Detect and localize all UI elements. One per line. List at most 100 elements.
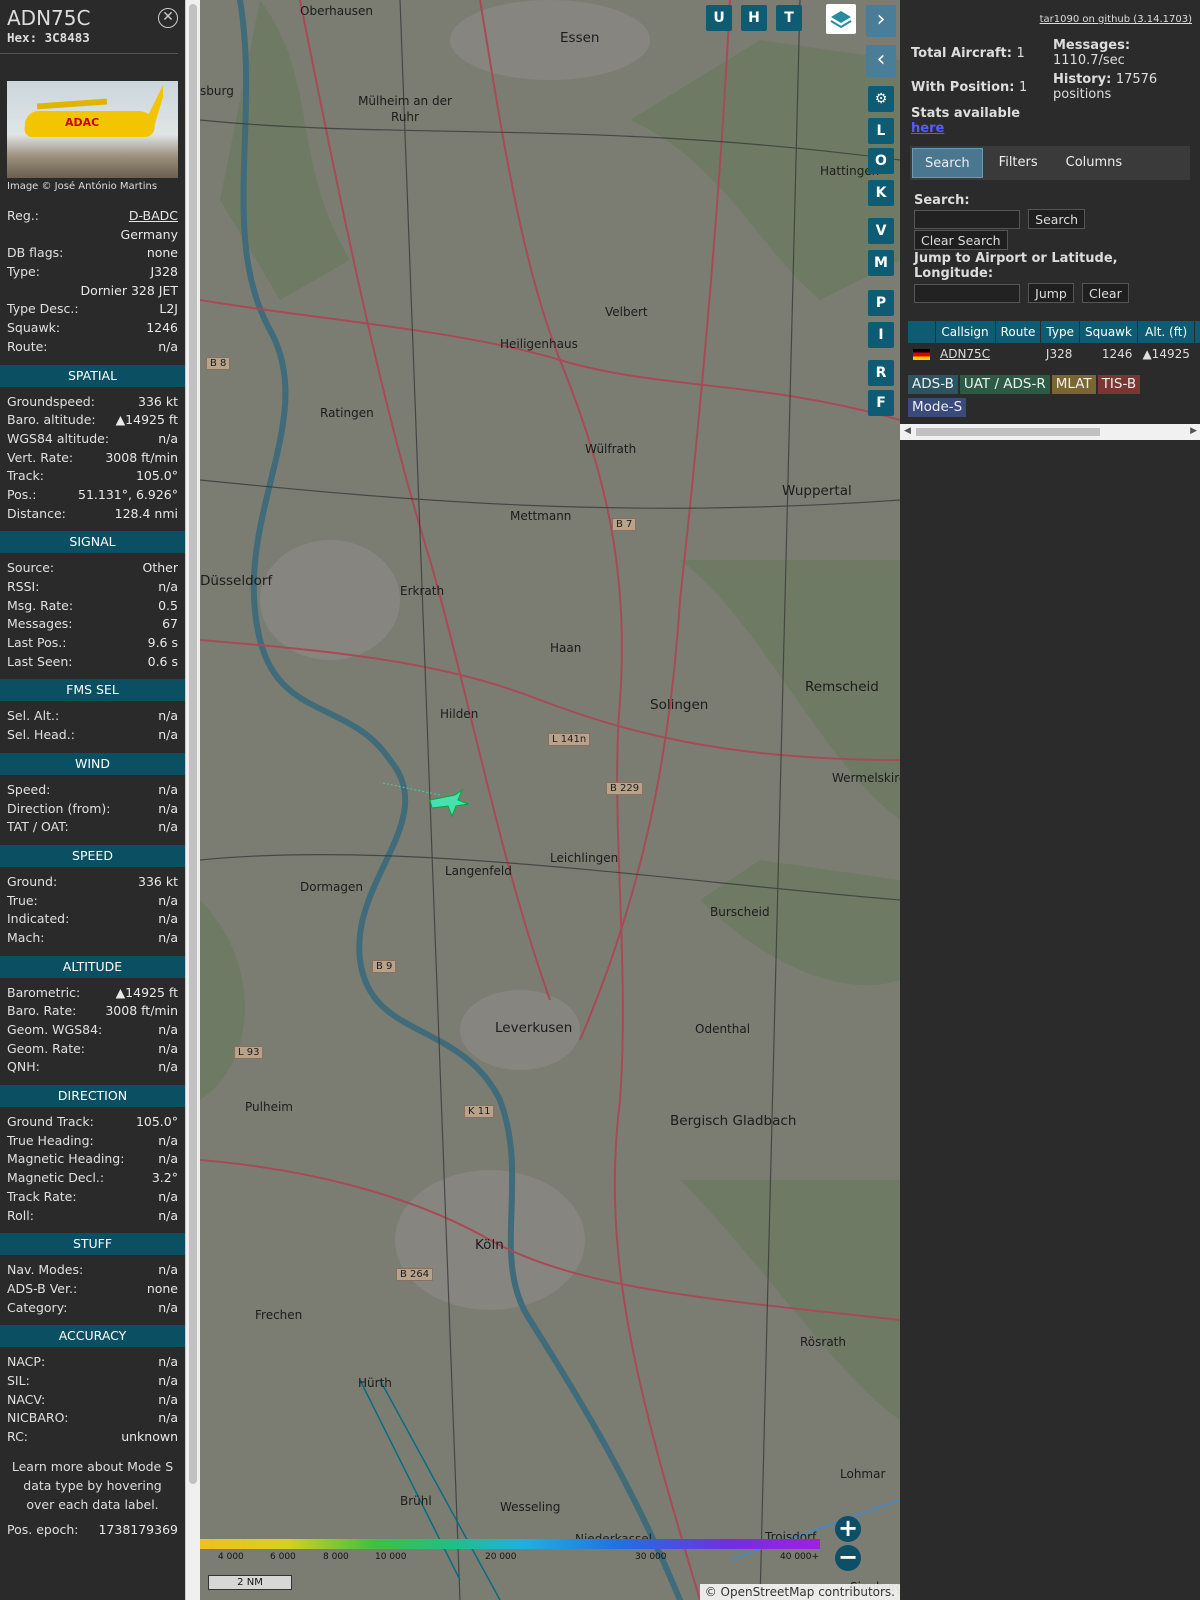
info-label[interactable]: Speed: <box>7 781 50 800</box>
toolbar-button-h[interactable]: H <box>741 5 767 31</box>
info-label[interactable]: Roll: <box>7 1207 34 1226</box>
map-label-r-srath: Rösrath <box>800 1335 846 1349</box>
info-label[interactable]: TAT / OAT: <box>7 818 69 837</box>
map-toggle-button-k[interactable]: K <box>868 180 894 206</box>
detail-label: Route: <box>7 338 48 354</box>
jump-button[interactable]: Jump <box>1028 283 1074 303</box>
info-label[interactable]: SIL: <box>7 1372 30 1391</box>
info-label[interactable]: Geom. WGS84: <box>7 1021 102 1040</box>
info-label[interactable]: Track: <box>7 467 44 486</box>
info-row: Category: n/a <box>7 1299 178 1318</box>
map-toggle-button-o[interactable]: O <box>868 148 894 174</box>
info-label[interactable]: Baro. altitude: <box>7 411 96 430</box>
info-label[interactable]: NACP: <box>7 1353 45 1372</box>
info-label[interactable]: QNH: <box>7 1058 40 1077</box>
info-label[interactable]: Sel. Head.: <box>7 726 75 745</box>
info-label[interactable]: Magnetic Decl.: <box>7 1169 104 1188</box>
map-label-velbert: Velbert <box>605 305 648 319</box>
info-label[interactable]: Source: <box>7 559 54 578</box>
info-label[interactable]: Ground: <box>7 873 57 892</box>
info-label[interactable]: Sel. Alt.: <box>7 707 59 726</box>
map-toggle-button-f[interactable]: F <box>868 390 894 416</box>
map-attribution[interactable]: © OpenStreetMap contributors. <box>699 1584 900 1600</box>
info-label[interactable]: Msg. Rate: <box>7 597 73 616</box>
info-label[interactable]: True Heading: <box>7 1132 94 1151</box>
column-header-type[interactable]: Type <box>1040 321 1080 343</box>
info-label[interactable]: Mach: <box>7 929 44 948</box>
info-label[interactable]: Messages: <box>7 615 73 634</box>
info-label[interactable]: Vert. Rate: <box>7 449 73 468</box>
search-button[interactable]: Search <box>1028 209 1086 229</box>
column-header-flag[interactable] <box>908 321 936 343</box>
info-label[interactable]: Last Pos.: <box>7 634 66 653</box>
info-label[interactable]: Nav. Modes: <box>7 1261 83 1280</box>
tab-search[interactable]: Search <box>912 148 983 178</box>
zoom-out-button[interactable]: − <box>835 1545 861 1571</box>
section-rows-stuff: Nav. Modes: n/a ADS-B Ver.: none Category: n/… <box>0 1261 185 1317</box>
info-label[interactable]: Track Rate: <box>7 1188 77 1207</box>
chevron-left-icon[interactable]: ‹ <box>866 45 896 77</box>
info-label[interactable]: RSSI: <box>7 578 39 597</box>
detail-row: Type Desc.: L2J <box>7 300 178 319</box>
info-label[interactable]: True: <box>7 892 38 911</box>
map-toggle-button-i[interactable]: I <box>868 322 894 348</box>
info-label[interactable]: Barometric: <box>7 984 80 1003</box>
close-icon[interactable]: ✕ <box>158 8 178 28</box>
table-row[interactable]: ADN75C J328 1246 ▲14925 <box>908 343 1200 365</box>
info-label[interactable]: Last Seen: <box>7 653 72 672</box>
info-label[interactable]: WGS84 altitude: <box>7 430 109 449</box>
info-label[interactable]: Ground Track: <box>7 1113 94 1132</box>
map-label-dormagen: Dormagen <box>300 880 363 894</box>
github-link[interactable]: tar1090 on github (3.14.1703) <box>1040 14 1192 25</box>
row-callsign[interactable]: ADN75C <box>935 343 995 365</box>
table-horizontal-scrollbar[interactable]: ◀ ▶ <box>900 424 1200 440</box>
info-label[interactable]: Pos.: <box>7 486 36 505</box>
clear-jump-button[interactable]: Clear <box>1082 283 1129 303</box>
clear-search-button[interactable]: Clear Search <box>914 230 1008 250</box>
map-toggle-button-m[interactable]: M <box>868 250 894 276</box>
info-row: Ground Track: 105.0° <box>7 1113 178 1132</box>
info-label[interactable]: NICBARO: <box>7 1409 68 1428</box>
info-label[interactable]: Groundspeed: <box>7 393 95 412</box>
layers-icon[interactable] <box>826 4 856 34</box>
map-toggle-button-v[interactable]: V <box>868 218 894 244</box>
chevron-right-icon[interactable]: › <box>866 5 896 37</box>
tab-columns[interactable]: Columns <box>1053 148 1135 178</box>
info-label[interactable]: NACV: <box>7 1391 45 1410</box>
info-label[interactable]: Indicated: <box>7 910 69 929</box>
detail-row: Route: n/a <box>7 338 178 357</box>
info-row: Roll: n/a <box>7 1207 178 1226</box>
info-label[interactable]: Direction (from): <box>7 800 111 819</box>
column-header-callsign[interactable]: Callsign <box>935 321 996 343</box>
column-header-route[interactable]: Route <box>995 321 1042 343</box>
info-label[interactable]: Baro. Rate: <box>7 1002 76 1021</box>
info-label[interactable]: ADS-B Ver.: <box>7 1280 77 1299</box>
epoch-label: Pos. epoch: <box>7 1521 79 1537</box>
map-toggle-button-l[interactable]: L <box>868 118 894 144</box>
settings-gear-icon[interactable]: ⚙ <box>868 86 894 112</box>
column-header-squawk[interactable]: Squawk <box>1079 321 1138 343</box>
aircraft-hex: Hex: 3C8483 <box>7 30 90 45</box>
search-input[interactable] <box>914 209 1020 229</box>
toolbar-button-u[interactable]: U <box>706 5 732 31</box>
sidebar-scrollbar[interactable] <box>185 0 200 1600</box>
column-header-alt-ft[interactable]: Alt. (ft) <box>1137 321 1196 343</box>
jump-input[interactable] <box>914 283 1020 303</box>
info-label[interactable]: Magnetic Heading: <box>7 1150 124 1169</box>
map-view[interactable]: Oberhausen Essen Mülheim an der Ruhr sburg H… <box>200 0 900 1600</box>
info-label[interactable]: Distance: <box>7 505 66 524</box>
toolbar-button-t[interactable]: T <box>776 5 802 31</box>
info-row: Last Seen: 0.6 s <box>7 653 178 672</box>
info-label[interactable]: Geom. Rate: <box>7 1040 85 1059</box>
info-label[interactable]: RC: <box>7 1428 28 1447</box>
info-row: Geom. WGS84: n/a <box>7 1021 178 1040</box>
map-toggle-button-p[interactable]: P <box>868 290 894 316</box>
column-header-spd[interactable]: Spd <box>1194 321 1200 343</box>
zoom-in-button[interactable]: + <box>835 1516 861 1542</box>
tab-filters[interactable]: Filters <box>986 148 1050 178</box>
stats-here-link[interactable]: here <box>911 121 1020 136</box>
map-toggle-button-r[interactable]: R <box>868 360 894 386</box>
aircraft-photo[interactable]: ADAC <box>7 81 178 178</box>
detail-value[interactable]: D-BADC <box>129 207 178 226</box>
info-label[interactable]: Category: <box>7 1299 67 1318</box>
